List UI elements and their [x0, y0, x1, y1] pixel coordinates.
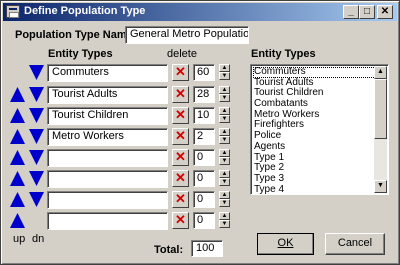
count-field[interactable]: 28 — [193, 86, 215, 103]
spin-down-icon[interactable]: ▼ — [219, 220, 230, 228]
entity-type-field[interactable]: Commuters — [47, 64, 168, 82]
count-spinner[interactable]: ▲ ▼ — [219, 86, 230, 103]
move-up-icon[interactable] — [9, 170, 26, 187]
move-down-icon[interactable] — [28, 107, 45, 124]
count-field[interactable]: 60 — [193, 64, 215, 81]
entity-type-field[interactable] — [47, 212, 168, 230]
population-name-input[interactable]: General Metro Population — [125, 26, 249, 44]
move-up-icon[interactable] — [9, 86, 26, 103]
entity-type-field[interactable] — [47, 149, 168, 167]
window-title: Define Population Type — [24, 5, 146, 17]
close-button[interactable]: ✕ — [377, 5, 393, 19]
count-spinner[interactable]: ▲ ▼ — [219, 64, 230, 81]
title-bar[interactable]: Define Population Type _ □ ✕ — [3, 3, 397, 21]
move-up-icon[interactable] — [9, 128, 26, 145]
delete-button[interactable]: ✕ — [172, 170, 189, 187]
scroll-thumb[interactable] — [374, 79, 387, 139]
red-x-icon: ✕ — [175, 149, 186, 164]
spin-up-icon[interactable]: ▲ — [219, 212, 230, 220]
delete-button[interactable]: ✕ — [172, 128, 189, 145]
population-name-label: Population Type Name: — [15, 29, 137, 41]
move-up-icon[interactable] — [9, 212, 26, 229]
count-spinner[interactable]: ▲ ▼ — [219, 212, 230, 229]
ok-button[interactable]: OK — [257, 233, 314, 255]
count-spinner[interactable]: ▲ ▼ — [219, 170, 230, 187]
count-field[interactable]: 0 — [193, 149, 215, 166]
entity-type-field[interactable]: Tourist Children — [47, 107, 168, 125]
app-icon — [6, 5, 20, 18]
move-down-icon[interactable] — [28, 170, 45, 187]
red-x-icon: ✕ — [175, 212, 186, 227]
scroll-up-button[interactable]: ▲ — [374, 66, 387, 79]
spin-up-icon[interactable]: ▲ — [219, 86, 230, 94]
delete-button[interactable]: ✕ — [172, 86, 189, 103]
dialog-window: Define Population Type _ □ ✕ Population … — [0, 0, 400, 265]
spin-down-icon[interactable]: ▼ — [219, 136, 230, 144]
count-field[interactable]: 0 — [193, 191, 215, 208]
spin-down-icon[interactable]: ▼ — [219, 115, 230, 123]
move-down-icon[interactable] — [28, 64, 45, 81]
up-label: up — [13, 233, 26, 245]
delete-button[interactable]: ✕ — [172, 212, 189, 229]
spin-up-icon[interactable]: ▲ — [219, 128, 230, 136]
entity-type-field[interactable]: Metro Workers — [47, 128, 168, 146]
spin-up-icon[interactable]: ▲ — [219, 191, 230, 199]
entity-list-item[interactable]: Agents — [253, 141, 376, 153]
red-x-icon: ✕ — [175, 86, 186, 101]
entity-types-header: Entity Types — [48, 48, 113, 60]
red-x-icon: ✕ — [175, 170, 186, 185]
entity-list-item[interactable]: Type 3 — [253, 173, 376, 185]
spin-down-icon[interactable]: ▼ — [219, 157, 230, 165]
delete-header: delete — [167, 48, 197, 60]
entity-type-field[interactable]: Tourist Adults — [47, 86, 168, 104]
spin-up-icon[interactable]: ▲ — [219, 64, 230, 72]
entity-types-listbox[interactable]: Commuters Tourist Adults Tourist Children C… — [250, 64, 389, 195]
list-scrollbar[interactable]: ▲ ▼ — [374, 66, 387, 193]
total-field: 100 — [191, 240, 223, 257]
spin-up-icon[interactable]: ▲ — [219, 149, 230, 157]
cancel-button[interactable]: Cancel — [325, 233, 385, 255]
move-down-icon[interactable] — [28, 149, 45, 166]
red-x-icon: ✕ — [175, 107, 186, 122]
spin-down-icon[interactable]: ▼ — [219, 178, 230, 186]
entity-types-list-header: Entity Types — [251, 48, 316, 60]
delete-button[interactable]: ✕ — [172, 107, 189, 124]
count-spinner[interactable]: ▲ ▼ — [219, 107, 230, 124]
red-x-icon: ✕ — [175, 64, 186, 79]
move-up-icon[interactable] — [9, 149, 26, 166]
move-up-icon[interactable] — [9, 107, 26, 124]
entity-type-field[interactable] — [47, 191, 168, 209]
spin-up-icon[interactable]: ▲ — [219, 107, 230, 115]
count-spinner[interactable]: ▲ ▼ — [219, 128, 230, 145]
delete-button[interactable]: ✕ — [172, 191, 189, 208]
move-up-icon[interactable] — [9, 191, 26, 208]
minimize-button[interactable]: _ — [343, 5, 359, 19]
dn-label: dn — [32, 233, 45, 245]
entity-type-field[interactable] — [47, 170, 168, 188]
count-field[interactable]: 0 — [193, 212, 215, 229]
count-field[interactable]: 0 — [193, 170, 215, 187]
spin-up-icon[interactable]: ▲ — [219, 170, 230, 178]
move-down-icon[interactable] — [28, 128, 45, 145]
scroll-down-button[interactable]: ▼ — [374, 180, 387, 193]
move-down-icon[interactable] — [28, 86, 45, 103]
spin-down-icon[interactable]: ▼ — [219, 72, 230, 80]
count-spinner[interactable]: ▲ ▼ — [219, 149, 230, 166]
move-down-icon[interactable] — [28, 191, 45, 208]
red-x-icon: ✕ — [175, 191, 186, 206]
delete-button[interactable]: ✕ — [172, 149, 189, 166]
red-x-icon: ✕ — [175, 128, 186, 143]
spin-down-icon[interactable]: ▼ — [219, 199, 230, 207]
count-field[interactable]: 2 — [193, 128, 215, 145]
delete-button[interactable]: ✕ — [172, 64, 189, 81]
count-field[interactable]: 10 — [193, 107, 215, 124]
maximize-button[interactable]: □ — [359, 5, 375, 19]
count-spinner[interactable]: ▲ ▼ — [219, 191, 230, 208]
spin-down-icon[interactable]: ▼ — [219, 94, 230, 102]
total-label: Total: — [154, 244, 184, 256]
